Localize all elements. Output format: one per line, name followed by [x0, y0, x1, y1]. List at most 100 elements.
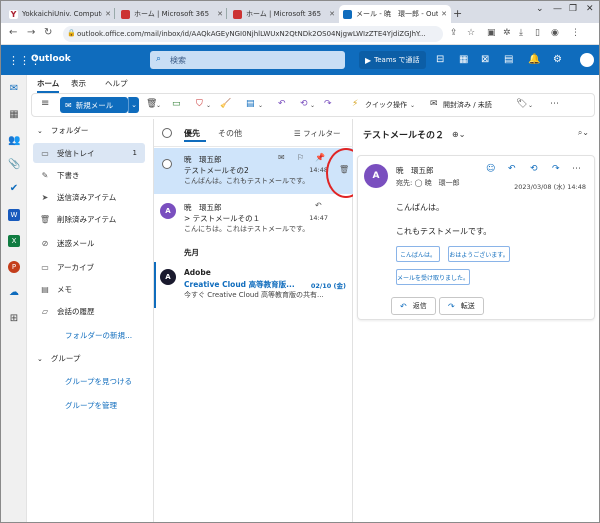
forward-button[interactable]: ↷ 転送	[439, 297, 484, 315]
meet-now-icon[interactable]: ⊟	[436, 54, 444, 65]
forward-icon[interactable]: ↷	[324, 99, 332, 109]
tab-focused[interactable]: 優先	[184, 128, 200, 139]
more-options-icon[interactable]: ⋯	[572, 164, 581, 174]
to-recipients[interactable]: 宛先: ◯ 暁 環一郎	[396, 178, 460, 188]
browser-tab-yokkaichi[interactable]: Y YokkaichiUniv. Compute ✕	[5, 5, 115, 23]
chevron-down-icon[interactable]: ⌄	[410, 102, 415, 109]
zoom-icon[interactable]: ⌕⌄	[578, 128, 589, 138]
tab-home[interactable]: ホーム	[37, 78, 60, 93]
archive-icon[interactable]: ▭	[172, 99, 181, 109]
quick-steps-label[interactable]: クイック操作	[365, 100, 407, 110]
select-all-checkbox[interactable]	[162, 128, 172, 138]
pin-icon[interactable]: 📌	[315, 153, 325, 162]
filter-button[interactable]: ☰ フィルター	[294, 128, 340, 139]
folder-archive[interactable]: ▭ アーカイブ	[33, 257, 145, 277]
reply-all-icon[interactable]: ⟲	[530, 164, 538, 174]
search-input[interactable]: ⌕ 検索	[150, 51, 345, 69]
folder-drafts[interactable]: ✎ 下書き	[33, 165, 145, 185]
onenote-feed-icon[interactable]: ⊠	[481, 54, 489, 65]
teams-app-icon[interactable]: ▦	[459, 54, 468, 65]
my-day-icon[interactable]: ▤	[504, 54, 513, 65]
tab-help[interactable]: ヘルプ	[105, 78, 128, 89]
close-icon[interactable]: ✕	[329, 10, 335, 18]
tab-search-icon[interactable]: ⌄	[536, 4, 544, 14]
folder-conversation-history[interactable]: ▱ 会話の履歴	[33, 301, 145, 321]
forward-icon[interactable]: →	[27, 27, 35, 38]
tag-icon[interactable]: 🏷	[516, 99, 527, 109]
mail-icon[interactable]: ✉	[8, 83, 20, 95]
word-icon[interactable]: W	[8, 209, 20, 221]
chevron-down-icon[interactable]: ⌄	[258, 102, 263, 109]
folder-deleted[interactable]: 🗑 削除済みアイテム	[33, 209, 145, 229]
excel-icon[interactable]: X	[8, 235, 20, 247]
mark-read-icon[interactable]: ✉	[278, 153, 285, 162]
notifications-bell-icon[interactable]: 🔔	[528, 54, 540, 65]
folder-sent[interactable]: ➤ 送信済みアイテム	[33, 187, 145, 207]
download-icon[interactable]: ⤓	[519, 28, 523, 38]
chevron-down-icon[interactable]: ⌄	[206, 102, 211, 109]
flag-icon[interactable]: ⚐	[297, 153, 304, 162]
suggested-reply-1[interactable]: こんばんは。	[396, 246, 440, 262]
quick-steps-lightning-icon[interactable]: ⚡	[352, 99, 358, 109]
people-icon[interactable]: 👥	[8, 135, 20, 147]
read-unread-label[interactable]: 開封済み / 未読	[443, 100, 492, 110]
tab-view[interactable]: 表示	[71, 78, 86, 89]
chevron-down-icon[interactable]: ⌄	[310, 102, 315, 109]
more-options-icon[interactable]: ⋯	[550, 99, 559, 109]
report-shield-icon[interactable]: ⛉	[196, 99, 203, 109]
folder-inbox[interactable]: ▭ 受信トレイ 1	[33, 143, 145, 163]
browser-tab-m365-1[interactable]: ホーム | Microsoft 365 ✕	[117, 5, 227, 23]
message-item-3[interactable]: A Adobe Creative Cloud 高等教育版... 今すぐ Crea…	[154, 262, 354, 308]
manage-groups-link[interactable]: グループを管理	[33, 395, 145, 415]
find-groups-link[interactable]: グループを見つける	[33, 371, 145, 391]
move-to-folder-icon[interactable]: ▤	[246, 99, 255, 109]
settings-gear-icon[interactable]: ⚙	[553, 54, 562, 65]
sweep-broom-icon[interactable]: 🧹	[220, 99, 231, 109]
chevron-down-icon[interactable]: ⌄	[528, 102, 533, 109]
forward-icon[interactable]: ↷	[552, 164, 560, 174]
from-sender[interactable]: 暁 環五郎	[396, 165, 434, 176]
chevron-down-icon[interactable]: ⌄	[156, 102, 161, 109]
new-mail-button[interactable]: ✉ 新規メール	[60, 97, 128, 113]
emoji-reaction-icon[interactable]: ☺	[486, 164, 495, 174]
new-tab-button[interactable]: +	[453, 7, 462, 20]
minimize-icon[interactable]: —	[553, 4, 562, 14]
browser-tab-m365-2[interactable]: ホーム | Microsoft 365 ✕	[229, 5, 339, 23]
teams-call-button[interactable]: ▶ Teams で通話	[359, 51, 426, 69]
suggested-reply-3[interactable]: メールを受け取りました。	[396, 269, 470, 285]
message-item-1[interactable]: 暁 環五郎 テストメールその2 こんばんは。これもテストメールです。 14:48…	[154, 148, 354, 194]
summary-icon[interactable]: ⊕⌄	[452, 130, 465, 139]
profile-icon[interactable]: ◉	[551, 28, 559, 38]
todo-check-icon[interactable]: ✔	[8, 183, 20, 195]
attachment-icon[interactable]: 📎	[8, 159, 20, 171]
reply-all-icon[interactable]: ⟲	[300, 99, 308, 109]
folder-junk[interactable]: ⊘ 迷惑メール	[33, 233, 145, 253]
sidebar-icon[interactable]: ▯	[535, 28, 540, 38]
address-bar[interactable]: 🔒 outlook.office.com/mail/inbox/id/AAQkA…	[63, 26, 443, 42]
new-mail-dropdown[interactable]: ⌄	[128, 97, 139, 113]
extension-icon[interactable]: ▣	[487, 28, 496, 38]
message-item-2[interactable]: A 暁 環五郎 > テストメールその１ こんにちは。これはテストメールです。 1…	[154, 196, 354, 242]
select-radio[interactable]	[162, 159, 172, 169]
reload-icon[interactable]: ↻	[44, 27, 52, 38]
folder-notes[interactable]: ▤ メモ	[33, 279, 145, 299]
powerpoint-icon[interactable]: P	[8, 261, 20, 273]
more-apps-icon[interactable]: ⊞	[8, 313, 20, 325]
tab-other[interactable]: その他	[218, 128, 242, 139]
onedrive-cloud-icon[interactable]: ☁	[8, 287, 20, 299]
window-close-icon[interactable]: ✕	[586, 4, 594, 14]
close-icon[interactable]: ✕	[105, 10, 111, 18]
read-envelope-icon[interactable]: ✉	[430, 99, 438, 109]
reply-button[interactable]: ↶ 返信	[391, 297, 436, 315]
account-avatar[interactable]	[580, 53, 594, 67]
browser-menu-icon[interactable]: ⋮	[571, 28, 580, 38]
close-icon[interactable]: ✕	[441, 10, 447, 18]
reply-icon[interactable]: ↶	[508, 164, 516, 174]
suggested-reply-2[interactable]: おはようございます。	[448, 246, 510, 262]
back-icon[interactable]: ←	[9, 27, 17, 38]
groups-header[interactable]: ⌄ グループ	[37, 353, 80, 364]
maximize-icon[interactable]: ❐	[569, 4, 577, 14]
bookmark-icon[interactable]: ☆	[467, 28, 475, 38]
close-icon[interactable]: ✕	[217, 10, 223, 18]
browser-tab-outlook[interactable]: メール - 暁 環一郎 - Out ✕	[339, 5, 451, 23]
